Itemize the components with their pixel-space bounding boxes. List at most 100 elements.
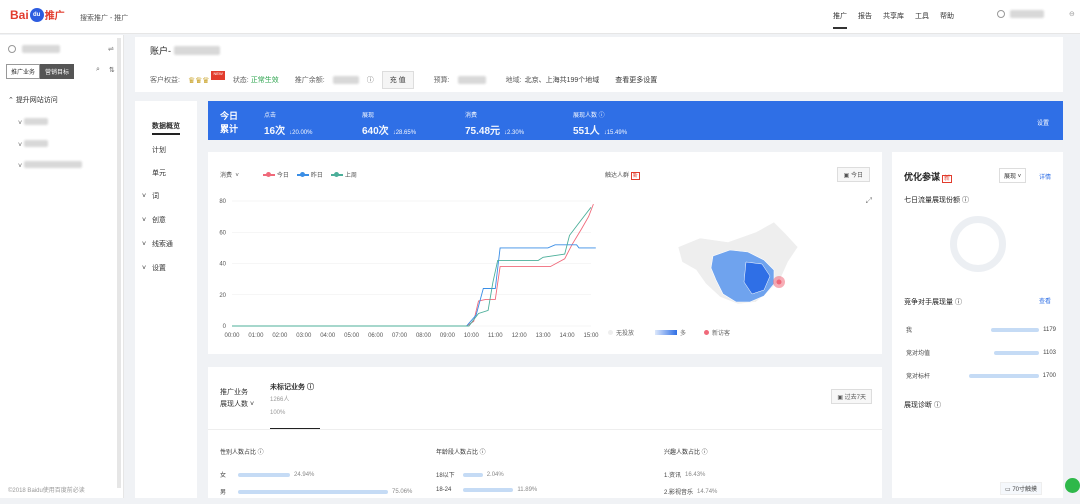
metric-impressions: 展现 640次 ↓28.65% bbox=[362, 113, 417, 137]
state-value: 正常生效 bbox=[250, 77, 279, 84]
x-tick-label: 06:00 bbox=[368, 333, 384, 339]
paw-icon: du bbox=[29, 7, 44, 22]
date-range-button[interactable]: ▣ 过去7天 bbox=[831, 389, 872, 404]
sidebar-item[interactable]: ˅ bbox=[18, 118, 49, 127]
goal-label: 提升网站访问 bbox=[15, 97, 58, 104]
sort-icon[interactable]: ⇅ bbox=[109, 66, 115, 74]
detail-link[interactable]: 详情 bbox=[1039, 172, 1051, 181]
nav-unit[interactable]: 单元 bbox=[152, 168, 166, 178]
x-tick-label: 05:00 bbox=[344, 333, 360, 339]
legend-last-week[interactable]: 上周 bbox=[330, 170, 357, 179]
budget-blurred bbox=[457, 76, 486, 84]
tab-business[interactable]: 推广业务 bbox=[6, 64, 41, 79]
state-label: 状态: bbox=[232, 77, 249, 84]
logout-icon[interactable]: ⊖ bbox=[1069, 10, 1075, 18]
medal-icons[interactable]: ♛♛♛ NEW bbox=[188, 70, 225, 85]
x-tick-label: 04:00 bbox=[320, 333, 336, 339]
trend-controls: 消费 ˅ 今日 昨日 上周 bbox=[220, 170, 357, 179]
optimization-select[interactable]: 展现 ˅ bbox=[999, 168, 1027, 183]
nav-overview[interactable]: 数据概览 bbox=[152, 121, 180, 135]
more-settings-link[interactable]: 查看更多设置 bbox=[615, 75, 657, 85]
wechat-icon[interactable] bbox=[1065, 478, 1080, 493]
nav-creative[interactable]: ˅ 创意 bbox=[142, 215, 166, 225]
copyright: ©2018 Baidu使用百度前必读 bbox=[8, 488, 85, 494]
divider bbox=[208, 429, 882, 430]
nav-settings[interactable]: ˅ 设置 bbox=[142, 263, 166, 273]
user-icon bbox=[997, 10, 1005, 18]
user-area[interactable]: ⊖ bbox=[997, 10, 1075, 18]
budget-label: 预算: bbox=[433, 77, 450, 84]
age-section: 年龄段人数占比 ⓘ 18以下 2.04% 18-24 11.89% bbox=[436, 450, 538, 493]
x-tick-label: 12:00 bbox=[512, 333, 528, 339]
recharge-button[interactable]: 充 值 bbox=[381, 71, 414, 89]
rivals-link[interactable]: 查看 bbox=[1039, 296, 1051, 305]
sidebar-item[interactable]: ˅ bbox=[18, 140, 49, 149]
account-selector[interactable]: ⇌ bbox=[8, 45, 114, 53]
x-tick-label: 08:00 bbox=[416, 333, 432, 339]
nav-shared-library[interactable]: 共享库 bbox=[883, 11, 904, 29]
y-tick-label: 0 bbox=[223, 324, 227, 330]
interest-section: 兴趣人数占比 ⓘ 1.资讯 16.43% 2.影视音乐 14.74% bbox=[664, 450, 718, 496]
gender-section: 性别人数占比 ⓘ 女 24.94% 男 75.06% bbox=[220, 450, 413, 496]
metric-spend: 消费 75.48元 ↓2.30% bbox=[465, 113, 525, 137]
account-info-row: 客户权益: ♛♛♛ NEW 状态: 正常生效 推广余额: ⓘ 充 值 预算: 地域… bbox=[150, 70, 657, 89]
account-header: 账户- 客户权益: ♛♛♛ NEW 状态: 正常生效 推广余额: ⓘ 充 值 预算… bbox=[135, 37, 1063, 92]
search-icon[interactable]: ⌕ bbox=[96, 66, 100, 74]
nav-leads[interactable]: ˅ 线索通 bbox=[142, 239, 173, 249]
balance-label: 推广余额: bbox=[294, 77, 325, 84]
logo-text: Bai bbox=[10, 7, 29, 22]
summary-bar: 今日 累计 点击 16次 ↓20.00% 展现 640次 ↓28.65% 消费 75… bbox=[208, 101, 1063, 140]
nav-plan[interactable]: 计划 bbox=[152, 145, 166, 155]
rights-label: 客户权益: bbox=[150, 77, 180, 84]
series-line-昨日 bbox=[232, 244, 596, 327]
legend-yesterday[interactable]: 昨日 bbox=[296, 170, 323, 179]
metric-clicks: 点击 16次 ↓20.00% bbox=[264, 113, 313, 137]
diagnosis-title: 展现诊断 ⓘ bbox=[904, 402, 941, 409]
x-tick-label: 07:00 bbox=[392, 333, 408, 339]
username-blurred bbox=[1010, 10, 1044, 18]
balance-blurred bbox=[332, 76, 359, 84]
sidebar-item[interactable]: ˅ bbox=[18, 161, 83, 170]
today-button[interactable]: ▣ 今日 bbox=[836, 167, 870, 182]
nav-report[interactable]: 报告 bbox=[858, 11, 872, 29]
sidebar-scrollbar[interactable] bbox=[117, 38, 121, 488]
collapse-icon[interactable]: ⇌ bbox=[108, 45, 114, 53]
audience-card: 推广业务 展现人数 ˅ 未标记业务 ⓘ 1266人 100% ▣ 过去7天 性别… bbox=[208, 367, 882, 498]
y-tick-label: 40 bbox=[219, 262, 226, 268]
nav-keyword[interactable]: ˅ 词 bbox=[142, 191, 159, 201]
account-icon bbox=[8, 45, 16, 53]
total-label[interactable]: 累计 bbox=[220, 122, 238, 135]
sidebar-tabs: 推广业务 营销目标 bbox=[6, 64, 75, 79]
map-visitor-dot bbox=[776, 279, 782, 285]
baidu-logo[interactable]: Bai du 推广 bbox=[10, 7, 65, 22]
nav-tools[interactable]: 工具 bbox=[915, 11, 929, 29]
rivals-title: 竞争对手展现量 ⓘ bbox=[904, 299, 962, 306]
top-nav: 推广 报告 共享库 工具 帮助 bbox=[833, 11, 954, 29]
nav-help[interactable]: 帮助 bbox=[940, 11, 954, 29]
tab-unmarked-business[interactable]: 未标记业务 ⓘ 1266人 100% bbox=[270, 381, 320, 430]
y-tick-label: 60 bbox=[219, 230, 226, 236]
keyword-chip[interactable]: ▭ 70寸触摸 bbox=[1000, 482, 1043, 495]
metric-select[interactable]: 消费 ˅ bbox=[220, 170, 239, 179]
legend-today[interactable]: 今日 bbox=[262, 170, 289, 179]
y-tick-label: 80 bbox=[219, 199, 226, 205]
top-bar: Bai du 推广 搜索推广 - 推广 推广 报告 共享库 工具 帮助 ⊖ bbox=[0, 0, 1080, 34]
optimization-card: 优化参谋新 展现 ˅ 详情 七日流量展现份额 ⓘ 竞争对手展现量 ⓘ 查看 我1… bbox=[892, 152, 1063, 498]
info-icon[interactable]: ⓘ bbox=[367, 75, 374, 85]
goal-node[interactable]: ⌃ 提升网站访问 bbox=[8, 95, 58, 105]
x-tick-label: 14:00 bbox=[560, 333, 576, 339]
series-line-今日 bbox=[232, 203, 594, 327]
expand-icon[interactable]: ⤢ bbox=[866, 196, 872, 206]
new-badge: 新 bbox=[942, 175, 953, 183]
region-value: 北京、上海共199个地域 bbox=[524, 77, 600, 84]
summary-settings-link[interactable]: 设置 bbox=[1037, 118, 1049, 127]
x-tick-label: 00:00 bbox=[224, 333, 240, 339]
audience-selector[interactable]: 推广业务 展现人数 ˅ bbox=[220, 387, 254, 411]
map-title: 触达人群 新 bbox=[605, 172, 640, 180]
nav-promotion[interactable]: 推广 bbox=[833, 11, 847, 29]
tab-marketing-goal[interactable]: 营销目标 bbox=[40, 64, 75, 79]
x-tick-label: 02:00 bbox=[272, 333, 288, 339]
logo-tuiguang: 推广 bbox=[44, 11, 65, 22]
content-nav: 数据概览 计划 单元 ˅ 词 ˅ 创意 ˅ 线索通 ˅ 设置 bbox=[135, 101, 197, 498]
today-label[interactable]: 今日 bbox=[220, 109, 238, 122]
